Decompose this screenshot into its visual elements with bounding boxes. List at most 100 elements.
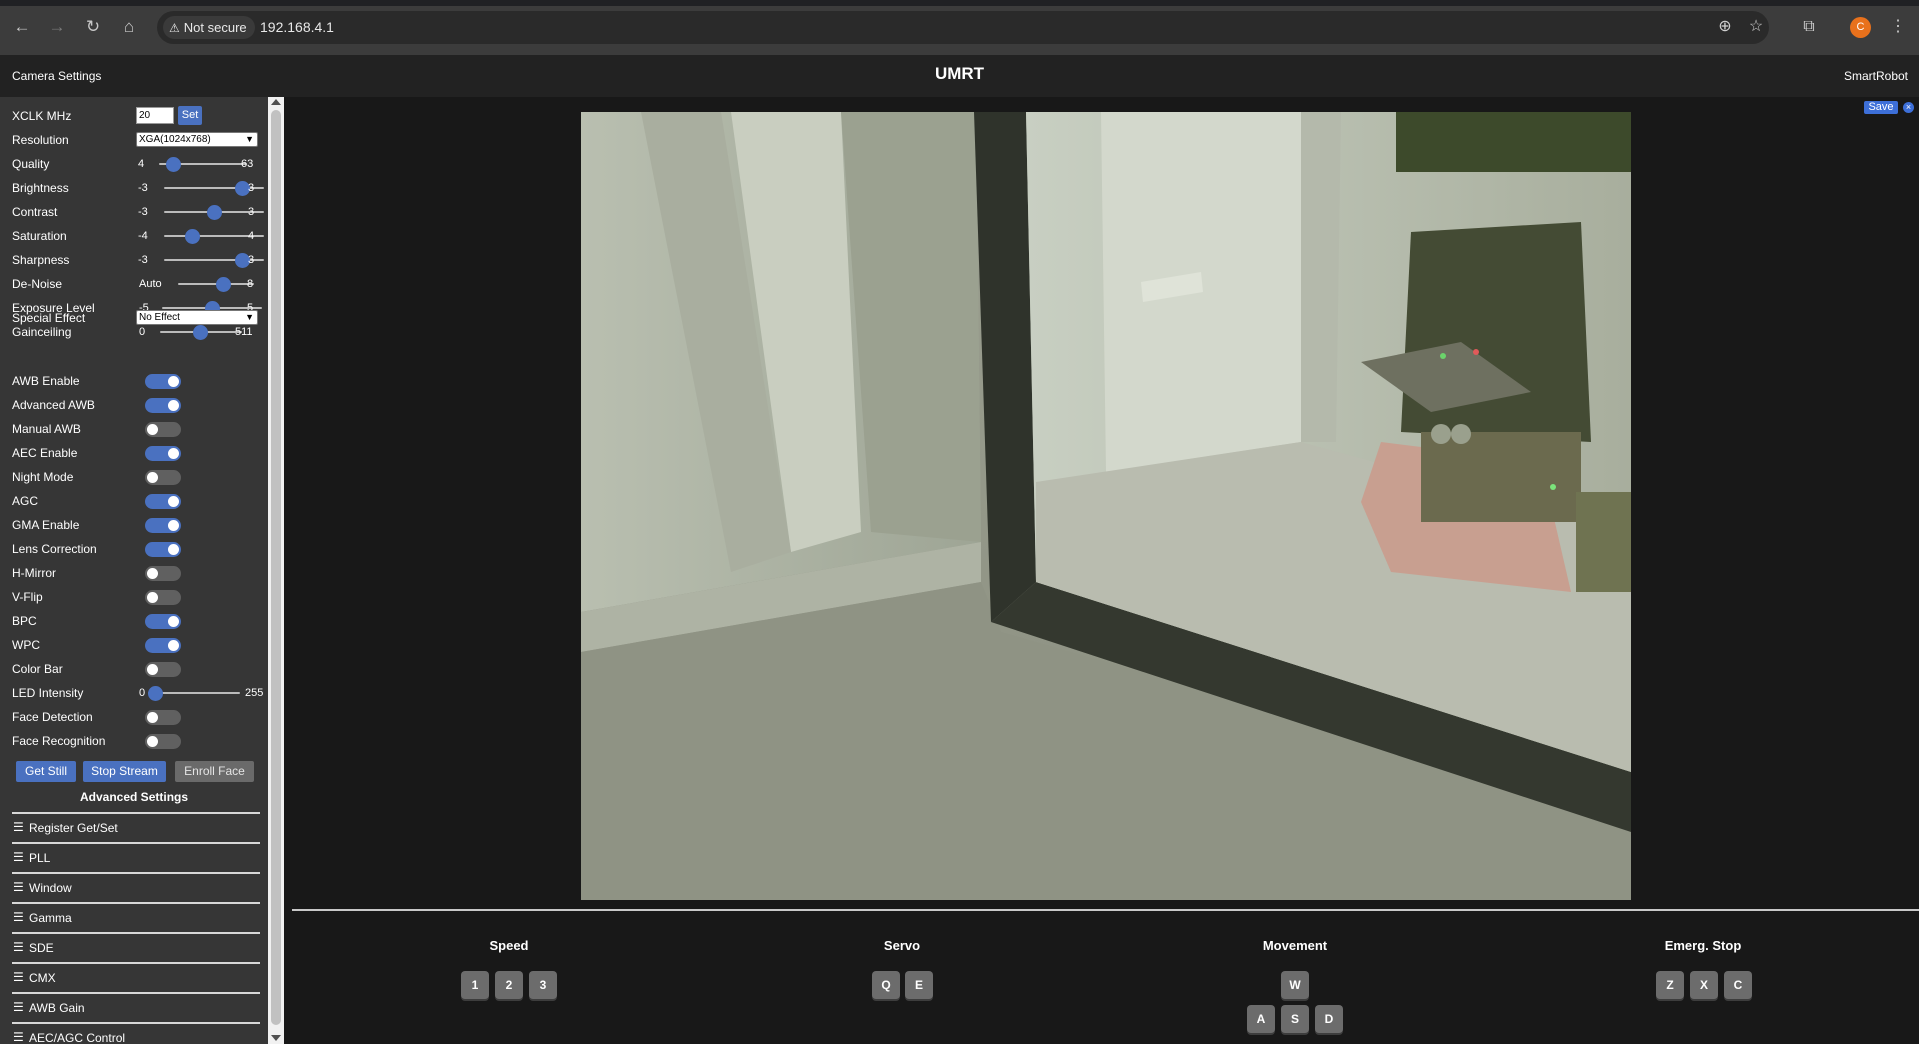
special-effect-select[interactable]: No Effect ▼	[136, 310, 258, 325]
move-left-a-key[interactable]: A	[1247, 1005, 1275, 1033]
toggle-switch[interactable]	[145, 422, 181, 437]
scroll-down-arrow-icon[interactable]	[271, 1035, 281, 1041]
stop-c-key[interactable]: C	[1724, 971, 1752, 999]
led-intensity-slider[interactable]	[148, 686, 240, 701]
toggle-knob	[168, 544, 179, 555]
speed-2-key[interactable]: 2	[495, 971, 523, 999]
range-slider[interactable]	[178, 277, 254, 292]
toggle-label: Color Bar	[12, 662, 63, 676]
section-register-get-set[interactable]: ☰ Register Get/Set	[12, 812, 260, 836]
toggle-label: Night Mode	[12, 470, 74, 484]
slider-max: 63	[241, 158, 254, 170]
close-icon[interactable]: ×	[1903, 102, 1914, 113]
toggle-row-face-recognition: Face Recognition	[12, 731, 262, 751]
resolution-value: XGA(1024x768)	[139, 134, 211, 145]
toggle-label: BPC	[12, 614, 37, 628]
section-window[interactable]: ☰ Window	[12, 872, 260, 896]
resolution-label: Resolution	[12, 133, 69, 147]
move-back-s-key[interactable]: S	[1281, 1005, 1309, 1033]
slider-min: 4	[138, 158, 145, 170]
toggle-switch[interactable]	[145, 614, 181, 629]
stop-z-key[interactable]: Z	[1656, 971, 1684, 999]
slider-thumb[interactable]	[216, 277, 231, 292]
url-text[interactable]: 192.168.4.1	[260, 19, 334, 35]
toggle-switch[interactable]	[145, 518, 181, 533]
xclk-input[interactable]	[136, 107, 174, 124]
speed-3-key[interactable]: 3	[529, 971, 557, 999]
sidebar-scrollbar[interactable]	[268, 97, 284, 1044]
section-cmx[interactable]: ☰ CMX	[12, 962, 260, 986]
forward-arrow-icon[interactable]: →	[45, 15, 69, 39]
move-forward-w-key[interactable]: W	[1281, 971, 1309, 999]
home-icon[interactable]: ⌂	[117, 15, 141, 39]
bookmark-star-icon[interactable]: ☆	[1745, 16, 1767, 38]
hamburger-icon: ☰	[13, 880, 24, 894]
chevron-down-icon: ▼	[245, 134, 254, 144]
profile-avatar[interactable]: C	[1850, 17, 1871, 38]
toggle-knob	[147, 472, 158, 483]
section-pll[interactable]: ☰ PLL	[12, 842, 260, 866]
toggle-switch[interactable]	[145, 662, 181, 677]
toggle-switch[interactable]	[145, 566, 181, 581]
scroll-up-arrow-icon[interactable]	[271, 99, 281, 105]
toggle-label: V-Flip	[12, 590, 43, 604]
back-arrow-icon[interactable]: ←	[10, 15, 34, 39]
toggle-label: AEC Enable	[12, 446, 78, 460]
toggle-label: H-Mirror	[12, 566, 56, 580]
slider-min: -3	[138, 254, 148, 266]
reload-icon[interactable]: ↻	[81, 15, 105, 39]
section-label: Window	[29, 881, 72, 895]
range-slider[interactable]	[160, 325, 242, 340]
section-awb-gain[interactable]: ☰ AWB Gain	[12, 992, 260, 1016]
toggle-switch[interactable]	[145, 590, 181, 605]
toggle-switch[interactable]	[145, 494, 181, 509]
scroll-thumb[interactable]	[271, 110, 281, 1025]
save-button[interactable]: Save	[1864, 101, 1898, 114]
section-sde[interactable]: ☰ SDE	[12, 932, 260, 956]
xclk-set-button[interactable]: Set	[178, 106, 202, 125]
get-still-button[interactable]: Get Still	[16, 761, 76, 782]
toggle-label: AGC	[12, 494, 39, 508]
section-label: PLL	[29, 851, 51, 865]
toggle-label: Advanced AWB	[12, 398, 95, 412]
toggle-switch[interactable]	[145, 446, 181, 461]
resolution-select[interactable]: XGA(1024x768) ▼	[136, 132, 258, 147]
kebab-menu-icon[interactable]: ⋮	[1886, 15, 1910, 39]
toggle-switch[interactable]	[145, 710, 181, 725]
security-chip[interactable]: ⚠ Not secure	[163, 16, 255, 39]
servo-title: Servo	[883, 938, 921, 953]
toggle-row-aec-enable: AEC Enable	[12, 443, 262, 463]
section-gamma[interactable]: ☰ Gamma	[12, 902, 260, 926]
zoom-icon[interactable]: ⊕	[1714, 16, 1736, 38]
toggle-switch[interactable]	[145, 470, 181, 485]
toggle-row-gma-enable: GMA Enable	[12, 515, 262, 535]
stop-x-key[interactable]: X	[1690, 971, 1718, 999]
xclk-row: XCLK MHz Set	[12, 106, 262, 126]
move-right-d-key[interactable]: D	[1315, 1005, 1343, 1033]
page: Camera Settings UMRT SmartRobot XCLK MHz…	[0, 55, 1919, 1044]
speed-1-key[interactable]: 1	[461, 971, 489, 999]
slider-thumb[interactable]	[166, 157, 181, 172]
slider-max: 3	[248, 254, 255, 266]
range-slider[interactable]	[159, 157, 247, 172]
slider-label: Contrast	[12, 205, 58, 219]
toggle-row-v-flip: V-Flip	[12, 587, 262, 607]
enroll-face-button[interactable]: Enroll Face	[175, 761, 254, 782]
toggle-switch[interactable]	[145, 542, 181, 557]
extensions-puzzle-icon[interactable]: ⧉	[1797, 15, 1821, 39]
slider-thumb[interactable]	[185, 229, 200, 244]
toggle-switch[interactable]	[145, 734, 181, 749]
stop-stream-button[interactable]: Stop Stream	[83, 761, 166, 782]
slider-max: 3	[248, 182, 255, 194]
address-bar[interactable]: ⚠ Not secure 192.168.4.1 ⊕ ☆	[157, 11, 1769, 44]
servo-e-key[interactable]: E	[905, 971, 933, 999]
section-aec-agc-control[interactable]: ☰ AEC/AGC Control	[12, 1022, 260, 1044]
slider-thumb[interactable]	[207, 205, 222, 220]
special-effect-row: Special Effect No Effect ▼	[12, 308, 262, 328]
toggle-switch[interactable]	[145, 638, 181, 653]
led-min: 0	[139, 687, 146, 699]
slider-thumb[interactable]	[148, 686, 163, 701]
servo-q-key[interactable]: Q	[872, 971, 900, 999]
toggle-switch[interactable]	[145, 374, 181, 389]
toggle-switch[interactable]	[145, 398, 181, 413]
